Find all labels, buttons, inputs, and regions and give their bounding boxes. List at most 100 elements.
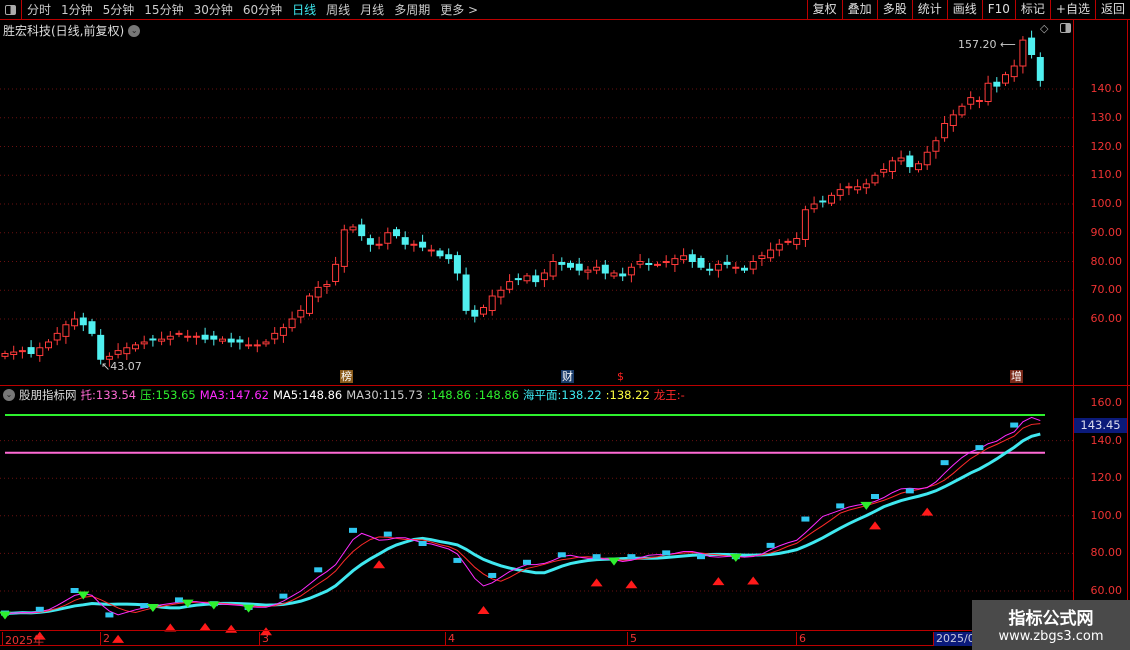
candle xyxy=(775,243,783,251)
candle xyxy=(288,318,296,329)
watermark: 指标公式网 www.zbgs3.com xyxy=(972,600,1130,650)
axis-divider xyxy=(1127,20,1128,630)
candle xyxy=(18,350,26,353)
candle xyxy=(549,261,557,277)
current-value-label: 143.45 xyxy=(1074,418,1127,433)
candle xyxy=(749,261,757,270)
indicator-block xyxy=(801,516,810,522)
candle xyxy=(36,347,44,357)
candle xyxy=(253,344,261,347)
candle xyxy=(471,309,479,317)
candle xyxy=(845,186,853,189)
price-axis-label: 90.00 xyxy=(1090,225,1123,239)
indicator-block xyxy=(975,445,984,451)
candle xyxy=(1036,57,1044,81)
indicator-axis-label: 160.0 xyxy=(1090,396,1123,409)
indicator-value: MA30:115.73 xyxy=(346,388,423,402)
candle xyxy=(192,335,200,338)
candle xyxy=(836,189,844,196)
candle xyxy=(932,140,940,152)
candle xyxy=(236,339,244,343)
candle xyxy=(175,332,183,335)
candle xyxy=(532,275,540,283)
sea-level-line xyxy=(4,432,1041,616)
candle xyxy=(140,341,148,345)
indicator-block xyxy=(836,503,845,509)
candle xyxy=(245,344,253,347)
candle xyxy=(723,261,731,265)
indicator-block xyxy=(70,588,79,593)
indicator-value: :148.86 xyxy=(474,388,520,402)
candle xyxy=(758,255,766,259)
sell-signal-triangle xyxy=(146,604,159,613)
candle xyxy=(741,267,748,271)
indicator-value: 托:133.54 xyxy=(80,388,137,402)
candle xyxy=(279,327,287,336)
candle xyxy=(706,268,714,271)
candle xyxy=(375,243,383,246)
indicator-block xyxy=(905,488,914,494)
indicator-block xyxy=(662,550,671,556)
candle xyxy=(993,81,1001,87)
candle xyxy=(819,200,827,203)
sell-signal-triangle xyxy=(860,501,873,510)
candle xyxy=(619,273,627,277)
time-axis-label: 3 xyxy=(259,632,269,646)
candle xyxy=(523,275,531,282)
indicator-block xyxy=(314,567,323,573)
time-axis-label: 5 xyxy=(627,632,637,646)
event-mark[interactable]: 增 xyxy=(1010,370,1023,383)
candle xyxy=(71,318,79,327)
candle xyxy=(166,335,174,340)
indicator-block xyxy=(175,597,183,603)
candle xyxy=(53,332,61,341)
time-axis-label: 2025/0 xyxy=(933,632,975,646)
indicator-block xyxy=(383,531,392,537)
chevron-down-icon[interactable]: ⌄ xyxy=(3,389,15,401)
candle xyxy=(636,261,644,265)
event-mark[interactable]: 财 xyxy=(561,370,574,383)
candle xyxy=(149,338,157,341)
indicator-axis-label: 80.00 xyxy=(1090,546,1123,560)
candle xyxy=(114,350,122,355)
buy-signal-triangle xyxy=(625,580,638,589)
kline-chart xyxy=(0,30,1073,643)
indicator-value: MA3:147.62 xyxy=(199,388,269,402)
event-mark[interactable]: 榜 xyxy=(340,370,353,383)
indicator-block xyxy=(279,593,288,599)
candle xyxy=(593,266,601,271)
candle xyxy=(810,203,818,210)
candle xyxy=(271,332,279,340)
price-axis-label: 140.0 xyxy=(1090,82,1123,95)
candle xyxy=(227,338,235,343)
candle xyxy=(497,289,505,298)
candle xyxy=(314,286,322,298)
candle xyxy=(601,264,609,274)
candle xyxy=(949,114,957,127)
candle xyxy=(514,278,522,281)
candle xyxy=(671,258,679,266)
event-mark[interactable]: $ xyxy=(616,370,625,383)
sell-signal-triangle xyxy=(608,557,620,566)
candle xyxy=(828,194,835,204)
price-axis-label: 60.00 xyxy=(1090,312,1123,325)
candle xyxy=(975,100,983,102)
candle xyxy=(262,341,270,345)
candle xyxy=(445,254,453,260)
indicator-block xyxy=(697,554,705,560)
indicator-block xyxy=(871,494,879,499)
candle xyxy=(79,317,87,326)
candle xyxy=(340,229,348,267)
buy-signal-triangle xyxy=(869,521,881,530)
indicator-name[interactable]: 股朋指标网 xyxy=(19,387,77,403)
candle xyxy=(10,351,18,356)
price-axis-label: 100.0 xyxy=(1090,197,1123,210)
candle xyxy=(688,254,696,262)
candle xyxy=(462,274,470,311)
candle xyxy=(784,240,792,243)
candle xyxy=(349,226,357,231)
candle xyxy=(201,334,209,340)
candle xyxy=(662,261,670,263)
candle xyxy=(27,347,35,355)
pane-divider[interactable] xyxy=(0,385,1130,386)
